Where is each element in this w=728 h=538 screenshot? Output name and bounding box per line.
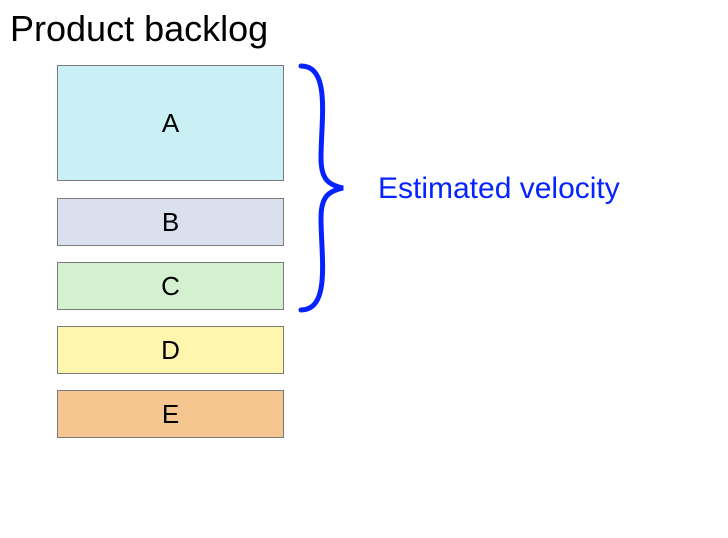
backlog-item-label: B [162, 207, 179, 238]
diagram-stage: Product backlog A B C D E Estimated velo… [0, 0, 728, 538]
backlog-item-label: D [161, 335, 180, 366]
velocity-annotation: Estimated velocity [378, 172, 620, 206]
backlog-item-label: A [162, 108, 179, 139]
backlog-item-b: B [57, 198, 284, 246]
backlog-item-d: D [57, 326, 284, 374]
backlog-item-c: C [57, 262, 284, 310]
backlog-item-label: C [161, 271, 180, 302]
backlog-item-e: E [57, 390, 284, 438]
backlog-item-label: E [162, 399, 179, 430]
page-title: Product backlog [10, 8, 268, 50]
curly-brace-icon [295, 62, 365, 314]
backlog-item-a: A [57, 65, 284, 181]
